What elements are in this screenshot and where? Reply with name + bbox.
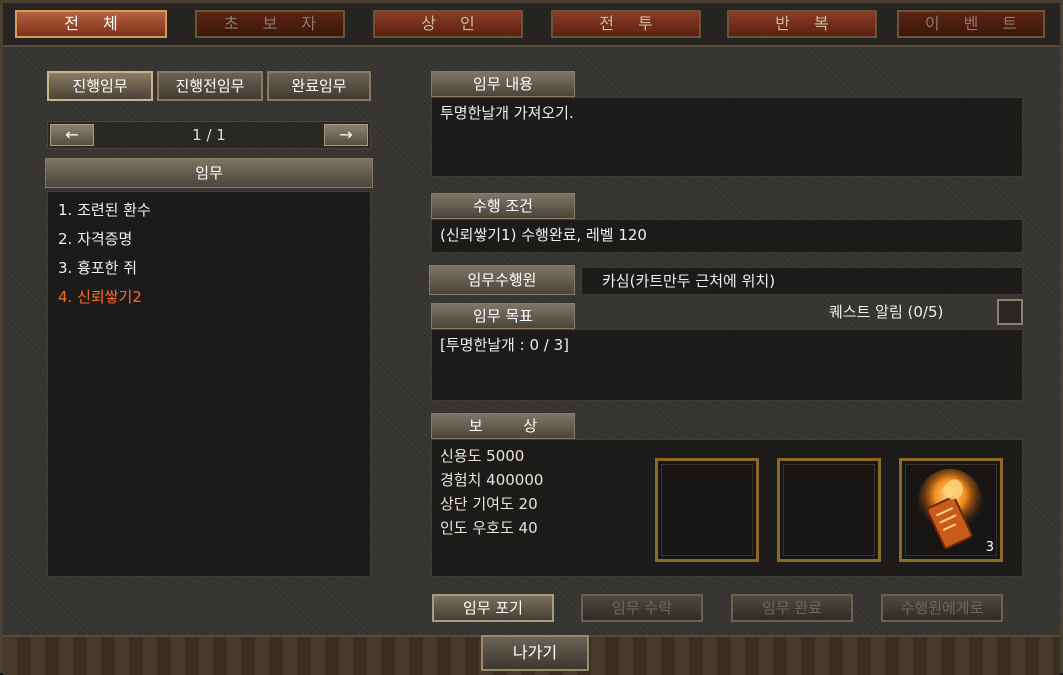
abandon-quest-button[interactable]: 임무 포기 — [432, 594, 554, 622]
quest-list-header: 임무 — [45, 158, 373, 188]
content-panel: 투명한날개 가져오기. — [431, 97, 1023, 177]
reward-header: 보 상 — [431, 413, 575, 439]
npc-header: 임무수행원 — [429, 265, 575, 295]
subtab-not-started[interactable]: 진행전임무 — [157, 71, 263, 101]
goal-panel: [투명한날개 : 0 / 3] — [431, 329, 1023, 401]
goal-text: [투명한날개 : 0 / 3] — [440, 336, 569, 354]
content-text: 투명한날개 가져오기. — [440, 104, 574, 122]
tab-event[interactable]: 이벤트 — [897, 10, 1045, 38]
reward-slot-empty[interactable] — [777, 458, 881, 562]
goal-header: 임무 목표 — [431, 303, 575, 329]
npc-panel: 카심(카트만두 근처에 위치) — [581, 267, 1023, 295]
quest-alert-checkbox[interactable] — [997, 299, 1023, 325]
quest-list-item[interactable]: 1. 조련된 환수 — [48, 196, 370, 225]
tab-repeat[interactable]: 반복 — [727, 10, 877, 38]
tab-battle[interactable]: 전투 — [551, 10, 701, 38]
pager: 1 / 1 ← → — [47, 121, 371, 149]
tab-beginner[interactable]: 초보자 — [195, 10, 345, 38]
prev-page-button[interactable]: ← — [50, 124, 94, 146]
exit-button[interactable]: 나가기 — [481, 635, 589, 671]
quest-window: 전체 초보자 상인 전투 반복 이벤트 진행임무 진행전임무 완료임무 1 / … — [0, 0, 1063, 675]
quest-list-item[interactable]: 2. 자격증명 — [48, 225, 370, 254]
npc-text: 카심(카트만두 근처에 위치) — [602, 272, 776, 290]
quest-list-panel: 1. 조련된 환수 2. 자격증명 3. 흉포한 쥐 4. 신뢰쌓기2 — [47, 191, 371, 577]
quest-alert-label: 퀘스트 알림 (0/5) — [829, 303, 944, 321]
content-header: 임무 내용 — [431, 71, 575, 97]
page-indicator: 1 / 1 — [192, 126, 226, 144]
accept-quest-button[interactable]: 임무 수락 — [581, 594, 703, 622]
condition-text: (신뢰쌓기1) 수행완료, 레벨 120 — [440, 226, 647, 244]
item-count: 3 — [985, 540, 994, 555]
condition-panel: (신뢰쌓기1) 수행완료, 레벨 120 — [431, 219, 1023, 253]
quest-list-item-selected[interactable]: 4. 신뢰쌓기2 — [48, 283, 370, 312]
subtab-in-progress[interactable]: 진행임무 — [47, 71, 153, 101]
subtab-completed[interactable]: 완료임무 — [267, 71, 371, 101]
complete-quest-button[interactable]: 임무 완료 — [731, 594, 853, 622]
next-page-button[interactable]: → — [324, 124, 368, 146]
category-tab-bar: 전체 초보자 상인 전투 반복 이벤트 — [3, 3, 1060, 47]
condition-header: 수행 조건 — [431, 193, 575, 219]
quest-list-item[interactable]: 3. 흉포한 쥐 — [48, 254, 370, 283]
tab-merchant[interactable]: 상인 — [373, 10, 523, 38]
tab-all[interactable]: 전체 — [15, 10, 167, 38]
reward-slot-item[interactable]: 3 — [899, 458, 1003, 562]
reward-slot-empty[interactable] — [655, 458, 759, 562]
go-to-npc-button[interactable]: 수행원에게로 — [881, 594, 1003, 622]
